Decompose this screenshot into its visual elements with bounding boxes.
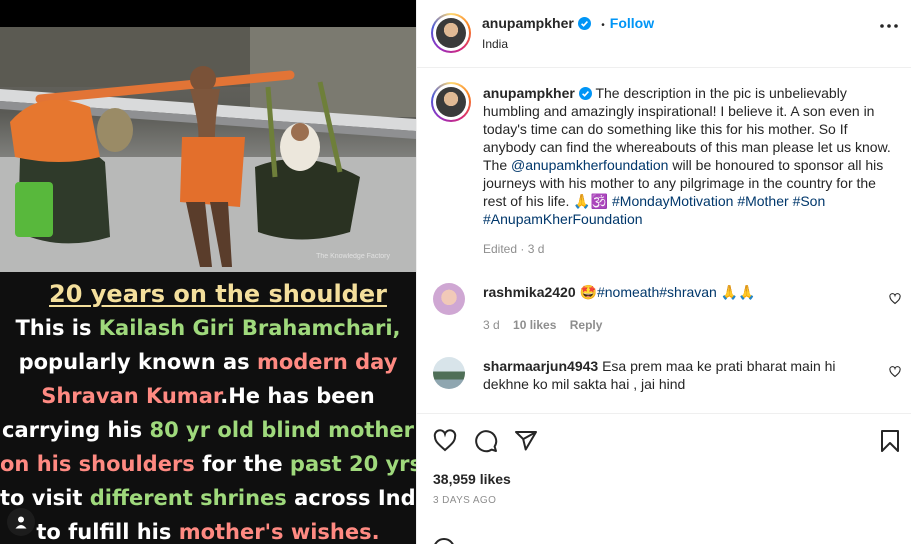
caption-mention[interactable]: @anupamkherfoundation bbox=[511, 157, 668, 173]
comment-likes[interactable]: 10 likes bbox=[513, 318, 556, 332]
post-side-panel: anupampkher • Follow India anupampkher Th… bbox=[416, 0, 911, 544]
image-caption-segment: popularly known as bbox=[18, 350, 257, 374]
image-caption-segment: 80 yr old blind mother bbox=[149, 418, 414, 442]
caption-hashtag[interactable]: #AnupamKherFoundation bbox=[483, 211, 643, 227]
share-icon[interactable] bbox=[514, 429, 538, 453]
reply-button[interactable]: Reply bbox=[570, 318, 603, 332]
caption-username[interactable]: anupampkher bbox=[483, 85, 575, 101]
user-icon bbox=[15, 516, 27, 529]
image-caption-segment: to visit bbox=[0, 486, 90, 510]
comment-icon[interactable] bbox=[474, 429, 498, 453]
save-bookmark-icon[interactable] bbox=[880, 429, 900, 453]
more-options-icon[interactable] bbox=[880, 24, 898, 28]
comment-hashtag[interactable]: #shravan bbox=[659, 284, 717, 300]
image-caption-segment: on his shoulders bbox=[0, 452, 195, 476]
separator-dot: • bbox=[601, 20, 605, 31]
author-avatar[interactable] bbox=[431, 13, 471, 53]
like-heart-icon[interactable] bbox=[433, 429, 457, 453]
commenter-avatar[interactable] bbox=[433, 283, 465, 315]
image-caption-segment: modern day bbox=[256, 350, 398, 374]
post-header: anupampkher • Follow India bbox=[417, 0, 911, 68]
image-caption-line: popularly known as modern day bbox=[0, 350, 416, 374]
author-username[interactable]: anupampkher bbox=[482, 15, 574, 31]
image-caption-segment: across India bbox=[294, 486, 416, 510]
emoji-icon[interactable] bbox=[433, 538, 455, 544]
like-comment-heart-icon[interactable] bbox=[889, 366, 901, 378]
caption-hashtag[interactable]: #Mother bbox=[737, 193, 788, 209]
verified-badge-icon bbox=[578, 87, 592, 100]
image-caption-segment: Shravan Kumar bbox=[41, 384, 221, 408]
commenter-avatar[interactable] bbox=[433, 357, 465, 389]
image-caption-segment: to fulfill his bbox=[36, 520, 179, 544]
image-caption-line: on his shoulders for the past 20 yrs bbox=[0, 452, 416, 476]
post-date[interactable]: 3 DAYS AGO bbox=[433, 495, 496, 506]
post-media[interactable]: The Knowledge Factory 20 years on the sh… bbox=[0, 0, 416, 544]
comment-emoji: 🙏🙏 bbox=[720, 284, 756, 300]
image-caption-segment: .He has been bbox=[220, 384, 375, 408]
image-caption-segment: carrying his bbox=[2, 418, 150, 442]
photo-illustration bbox=[0, 27, 416, 272]
media-top-bar bbox=[0, 0, 416, 27]
caption-text: anupampkher The description in the pic i… bbox=[483, 84, 899, 258]
tagged-users-button[interactable] bbox=[7, 508, 35, 536]
photo-watermark: The Knowledge Factory bbox=[316, 253, 390, 260]
image-caption-segment: past 20 yrs bbox=[289, 452, 416, 476]
image-caption-line: to fulfill his mother's wishes. bbox=[0, 520, 416, 544]
commenter-username[interactable]: sharmaarjun4943 bbox=[483, 358, 598, 374]
caption-meta: Edited · 3 d bbox=[483, 242, 545, 256]
post-photo: The Knowledge Factory bbox=[0, 27, 416, 272]
header-name-row: anupampkher • Follow bbox=[482, 15, 654, 33]
image-caption-line: to visit different shrines across India bbox=[0, 486, 416, 510]
image-caption-line: This is Kailash Giri Brahamchari, bbox=[0, 316, 416, 340]
comment-time[interactable]: 3 d bbox=[483, 318, 500, 332]
verified-badge-icon bbox=[577, 17, 591, 30]
image-caption-segment: This is bbox=[15, 316, 99, 340]
comment-hashtag[interactable]: #nomeath bbox=[597, 284, 659, 300]
comment-meta: 3 d 10 likes Reply bbox=[483, 318, 602, 332]
post-actions: 38,959 likes 3 DAYS AGO bbox=[417, 413, 911, 544]
image-caption-segment: different shrines bbox=[89, 486, 287, 510]
comment-text: rashmika2420 🤩#nomeath#shravan 🙏🙏 bbox=[483, 283, 863, 301]
comment-text: sharmaarjun4943 Esa prem maa ke prati bh… bbox=[483, 357, 843, 393]
follow-button[interactable]: Follow bbox=[610, 15, 654, 31]
image-caption-line: carrying his 80 yr old blind mother bbox=[0, 418, 416, 442]
image-caption-title: 20 years on the shoulder bbox=[49, 280, 387, 308]
likes-count[interactable]: 38,959 likes bbox=[433, 471, 511, 487]
commenter-username[interactable]: rashmika2420 bbox=[483, 284, 576, 300]
image-caption-segment: mother's wishes. bbox=[178, 520, 380, 544]
comment-emoji: 🤩 bbox=[579, 284, 597, 300]
caption-hashtag[interactable]: #MondayMotivation bbox=[612, 193, 733, 209]
like-comment-heart-icon[interactable] bbox=[889, 293, 901, 305]
image-caption-segment: Kailash Giri Brahamchari, bbox=[98, 316, 401, 340]
post-location[interactable]: India bbox=[482, 37, 508, 51]
image-caption-block: 20 years on the shoulder This is Kailash… bbox=[0, 272, 416, 544]
caption-avatar[interactable] bbox=[431, 82, 471, 122]
image-caption-line: Shravan Kumar.He has been bbox=[0, 384, 416, 408]
caption-hashtag[interactable]: #Son bbox=[793, 193, 826, 209]
image-caption-segment: for the bbox=[194, 452, 290, 476]
